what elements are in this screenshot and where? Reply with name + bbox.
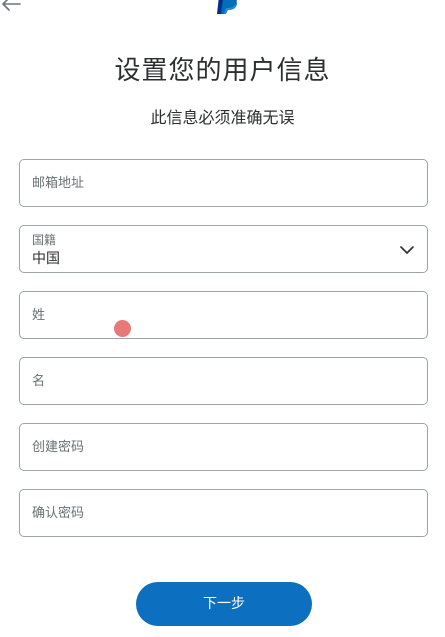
nationality-select[interactable]: 国籍 中国 <box>19 225 428 273</box>
confirm-password-field[interactable]: 确认密码 <box>19 489 428 537</box>
create-password-placeholder: 创建密码 <box>32 440 85 455</box>
back-arrow-icon[interactable] <box>0 0 24 14</box>
nationality-value: 中国 <box>32 251 60 267</box>
page-subtitle: 此信息必须准确无误 <box>150 108 295 127</box>
confirm-password-placeholder: 确认密码 <box>32 506 85 521</box>
first-name-placeholder: 名 <box>32 374 46 389</box>
chevron-down-icon[interactable] <box>400 243 414 257</box>
paypal-logo-icon <box>217 0 238 14</box>
nationality-label: 国籍 <box>32 233 57 247</box>
last-name-placeholder: 姓 <box>32 308 46 323</box>
email-field[interactable]: 邮箱地址 <box>19 159 428 207</box>
last-name-field[interactable]: 姓 <box>19 291 428 339</box>
email-placeholder: 邮箱地址 <box>32 176 85 191</box>
first-name-field[interactable]: 名 <box>19 357 428 405</box>
next-button[interactable]: 下一步 <box>136 582 312 626</box>
page-title: 设置您的用户信息 <box>114 56 331 86</box>
create-password-field[interactable]: 创建密码 <box>19 423 428 471</box>
cursor-indicator <box>114 320 131 337</box>
